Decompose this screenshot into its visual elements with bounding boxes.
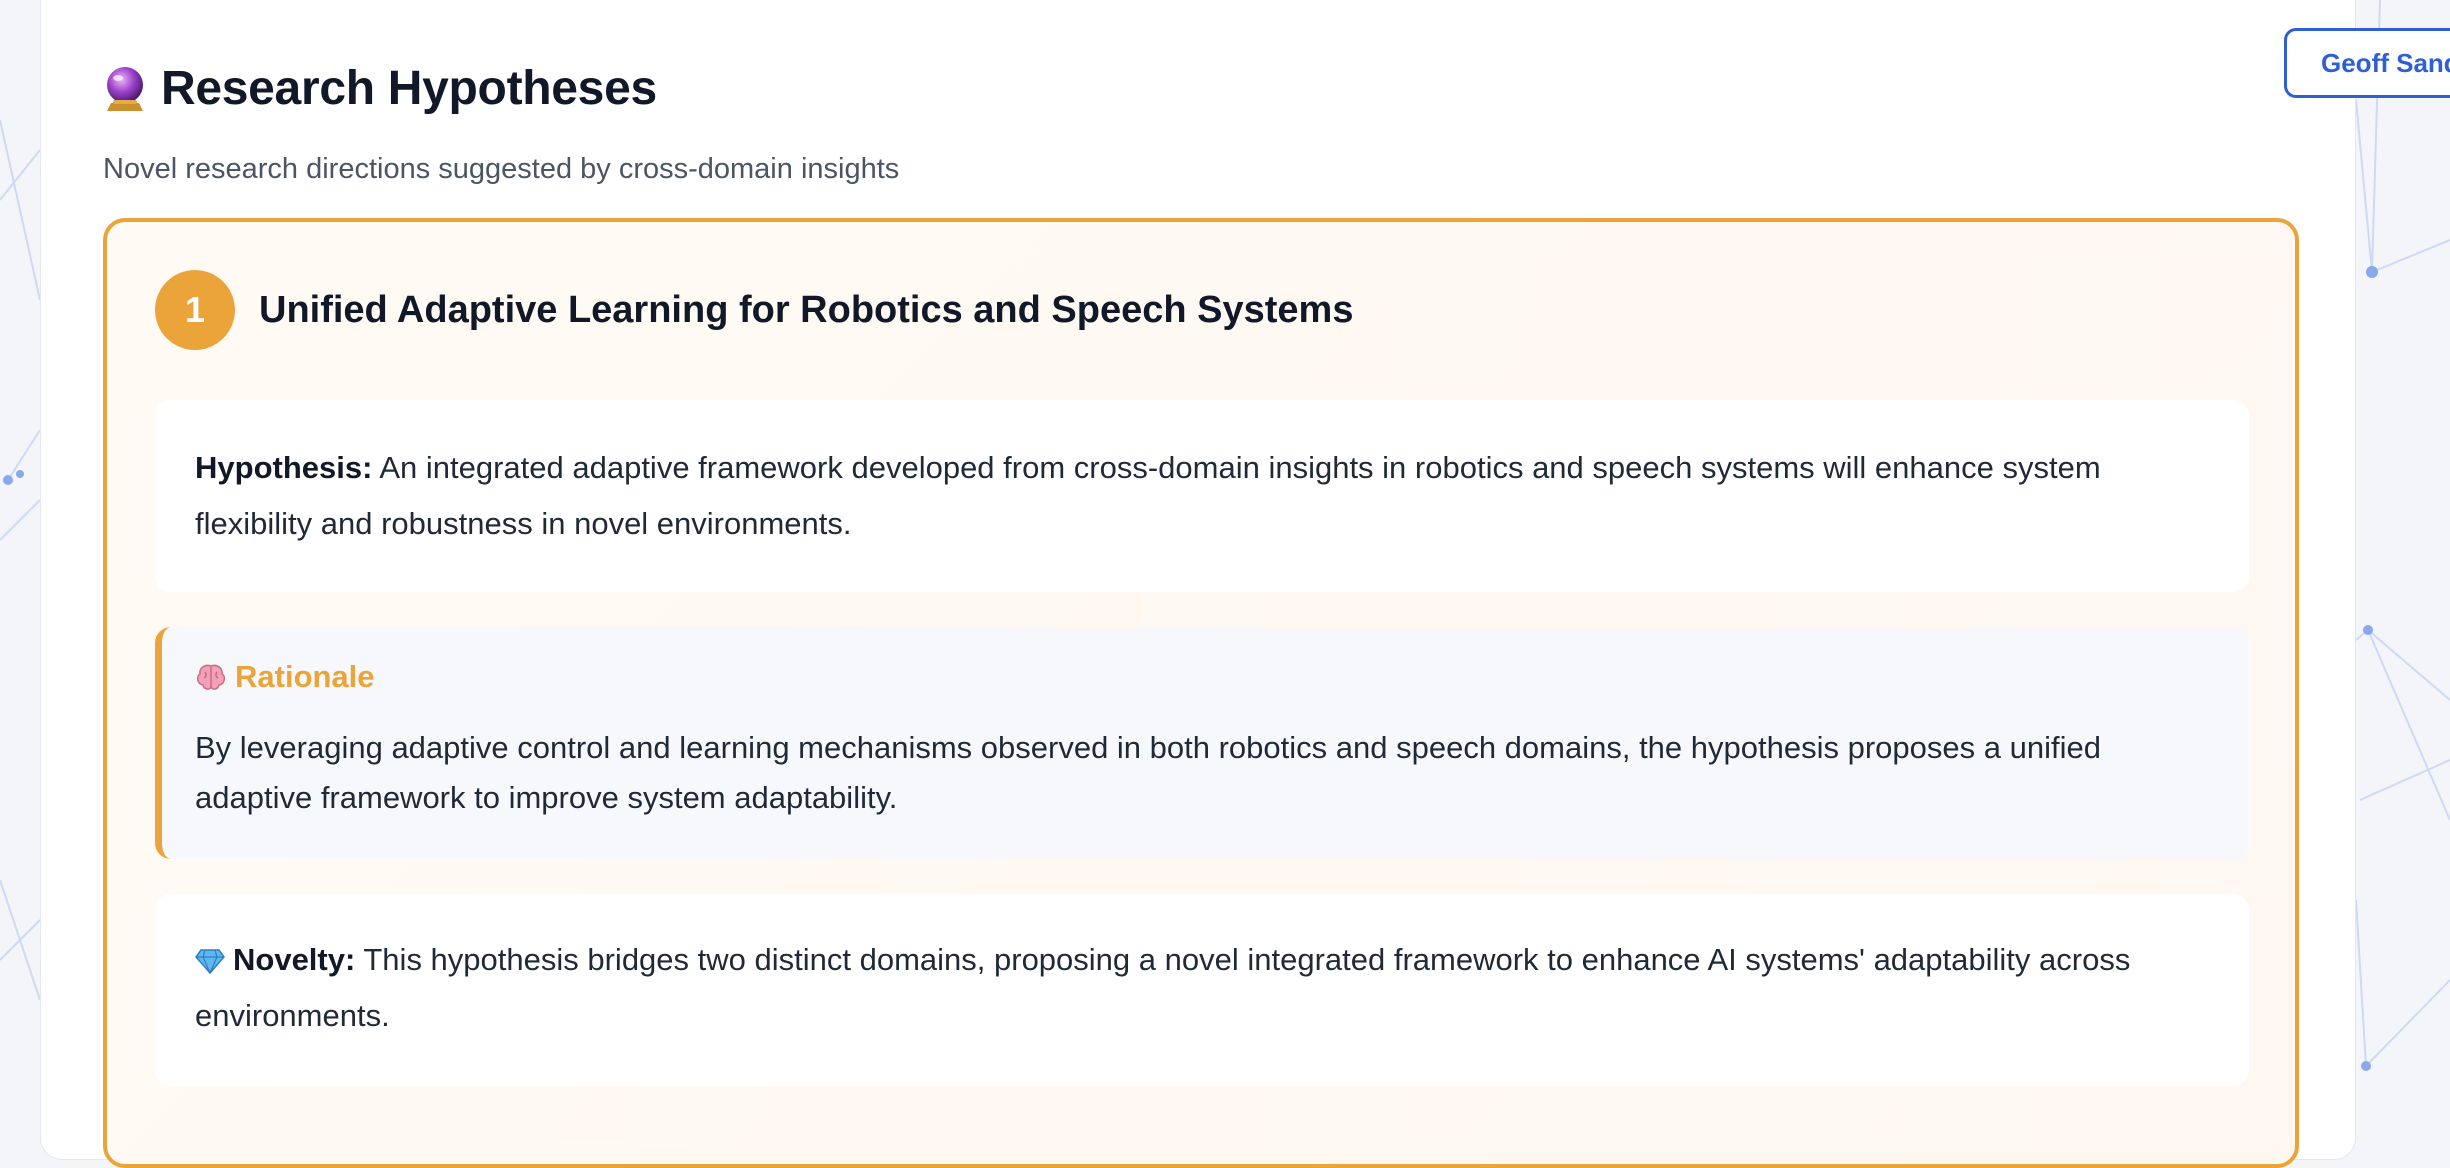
novelty-statement: Novelty: This hypothesis bridges two dis… — [155, 894, 2249, 1086]
crystal-ball-icon — [107, 66, 143, 111]
gem-icon — [195, 949, 225, 975]
rationale-heading: Rationale — [195, 657, 2209, 697]
hypothesis-card-header: 1 Unified Adaptive Learning for Robotics… — [155, 270, 1353, 350]
hypothesis-card: 1 Unified Adaptive Learning for Robotics… — [103, 218, 2299, 1168]
hypothesis-number-badge: 1 — [155, 270, 235, 350]
hypothesis-title: Unified Adaptive Learning for Robotics a… — [259, 288, 1354, 331]
novelty-label: Novelty: — [233, 942, 356, 977]
rationale-section: Rationale By leveraging adaptive control… — [155, 627, 2249, 859]
user-account-button[interactable]: Geoff Sanders — [2284, 28, 2450, 98]
page-title-text: Research Hypotheses — [161, 62, 657, 115]
hypothesis-statement: Hypothesis: An integrated adaptive frame… — [155, 400, 2249, 592]
page-title: Research Hypotheses — [103, 61, 657, 116]
page-subtitle: Novel research directions suggested by c… — [103, 153, 900, 185]
main-panel: Research Hypotheses Novel research direc… — [40, 0, 2356, 1168]
hypothesis-label: Hypothesis: — [195, 450, 373, 485]
rationale-label: Rationale — [235, 659, 375, 694]
hypothesis-text: An integrated adaptive framework develop… — [195, 450, 2101, 541]
rationale-text: By leveraging adaptive control and learn… — [195, 730, 2101, 815]
novelty-text: This hypothesis bridges two distinct dom… — [195, 942, 2131, 1033]
brain-icon — [196, 664, 226, 690]
